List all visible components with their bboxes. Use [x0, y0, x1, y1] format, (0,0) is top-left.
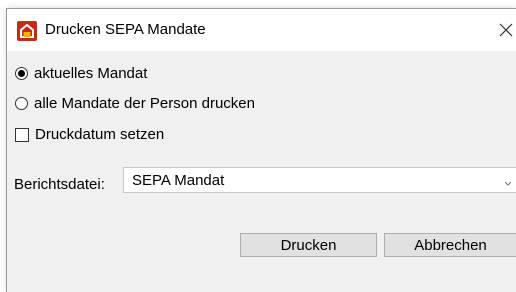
checkbox-box[interactable] — [15, 127, 29, 142]
chevron-down-icon — [503, 175, 513, 192]
radio-all-mandates[interactable]: alle Mandate der Person drucken — [15, 95, 255, 112]
radio-button-unchecked[interactable] — [15, 97, 28, 110]
radio-current-label: aktuelles Mandat — [34, 65, 148, 82]
close-icon — [499, 23, 513, 37]
report-file-value: SEPA Mandat — [132, 172, 225, 189]
checkbox-date-label: Druckdatum setzen — [35, 126, 165, 143]
close-button[interactable] — [495, 9, 516, 51]
background-window-strip — [0, 0, 516, 8]
radio-current-mandate[interactable]: aktuelles Mandat — [15, 65, 147, 82]
checkbox-print-date[interactable]: Druckdatum setzen — [15, 126, 164, 143]
report-file-label: Berichtsdatei: — [14, 176, 105, 193]
title-bar: Drucken SEPA Mandate — [7, 9, 516, 51]
cancel-button[interactable]: Abbrechen — [384, 233, 516, 257]
window-title: Drucken SEPA Mandate — [45, 21, 206, 38]
print-button[interactable]: Drucken — [240, 233, 377, 257]
app-house-icon — [17, 21, 37, 41]
print-sepa-dialog: Drucken SEPA Mandate aktuelles Mandat al… — [6, 8, 516, 292]
report-file-select[interactable]: SEPA Mandat — [123, 167, 516, 193]
radio-button-checked[interactable] — [15, 67, 28, 80]
radio-all-label: alle Mandate der Person drucken — [34, 95, 255, 112]
